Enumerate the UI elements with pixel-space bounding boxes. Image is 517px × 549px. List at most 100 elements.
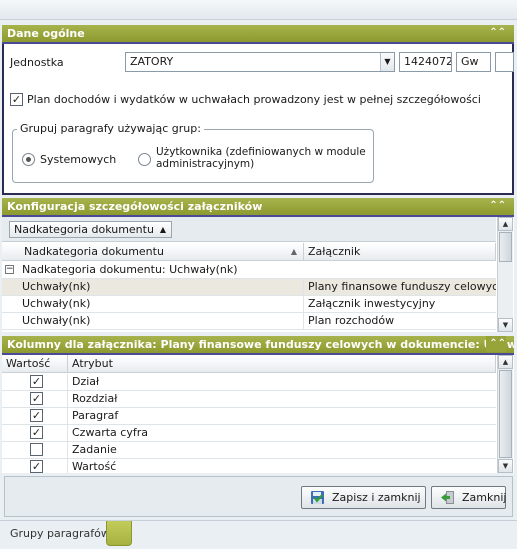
- tab-indicator[interactable]: [106, 521, 132, 546]
- table-row[interactable]: ✓ Paragraf: [2, 408, 496, 425]
- radio-system[interactable]: [22, 153, 35, 166]
- plan-detail-label: Plan dochodów i wydatków w uchwałach pro…: [27, 93, 481, 106]
- close-button[interactable]: Zamknij: [431, 486, 506, 509]
- footer-button-bar: Zapisz i zamknij Zamknij: [4, 476, 513, 517]
- columns-scrollbar[interactable]: ▲ ▼: [497, 355, 513, 473]
- grouping-groupbox: Grupuj paragrafy używając grup: Systemow…: [12, 122, 374, 183]
- column-header-attribute-label: Atrybut: [72, 357, 113, 370]
- value-checkbox[interactable]: ✓: [30, 375, 43, 388]
- unit-code-field[interactable]: 1424072: [399, 52, 452, 72]
- value-checkbox[interactable]: ✓: [30, 426, 43, 439]
- plan-detail-checkbox[interactable]: ✓: [10, 93, 23, 106]
- column-header-category-label: Nadkategoria dokumentu: [24, 245, 164, 258]
- grouping-title: Grupuj paragrafy używając grup:: [17, 122, 204, 135]
- group-chip[interactable]: Nadkategoria dokumentu ▲: [9, 221, 172, 238]
- column-header-category[interactable]: Nadkategoria dokumentu ▲: [2, 243, 304, 261]
- radio-user[interactable]: [138, 153, 151, 166]
- row-attachment: Plany finansowe funduszy celowych: [308, 280, 496, 293]
- exit-icon: [441, 491, 454, 504]
- attribute-cell: Dział: [72, 375, 100, 388]
- attachment-columns-panel: Kolumny dla załącznika: Plany finansowe …: [2, 336, 514, 473]
- radio-system-label: Systemowych: [40, 153, 117, 166]
- row-attachment: Plan rozchodów: [308, 314, 395, 327]
- radio-selected-dot: [26, 157, 31, 162]
- table-row[interactable]: Uchwały(nk) Plany finansowe funduszy cel…: [2, 279, 496, 296]
- group-row[interactable]: − Nadkategoria dokumentu: Uchwały(nk): [2, 262, 496, 279]
- general-panel-header[interactable]: Dane ogólne ⌃⌃: [2, 25, 514, 42]
- scroll-up-icon[interactable]: ▲: [498, 355, 513, 369]
- table-row[interactable]: ✓ Dział: [2, 374, 496, 391]
- value-cell: ✓: [2, 374, 68, 390]
- value-checkbox[interactable]: ✓: [30, 392, 43, 405]
- column-header-value[interactable]: Wartość: [2, 355, 68, 373]
- value-checkbox[interactable]: ✓: [30, 460, 43, 473]
- column-header-attribute[interactable]: Atrybut: [68, 355, 496, 373]
- config-panel-header[interactable]: Konfiguracja szczegółowości załączników …: [2, 198, 514, 215]
- jednostka-label: Jednostka: [10, 56, 64, 69]
- value-cell: ✓: [2, 425, 68, 441]
- row-category: Uchwały(nk): [18, 279, 304, 295]
- value-checkbox[interactable]: [30, 443, 43, 456]
- table-row[interactable]: ✓ Wartość: [2, 459, 496, 473]
- scroll-up-icon[interactable]: ▲: [498, 217, 513, 231]
- general-data-panel: Dane ogólne ⌃⌃ Jednostka ZATORY ▼ 142407…: [2, 25, 514, 195]
- table-row[interactable]: ✓ Czwarta cyfra: [2, 425, 496, 442]
- config-grid: Nadkategoria dokumentu ▲ Załącznik − Nad…: [2, 243, 496, 332]
- attribute-cell: Wartość: [72, 460, 117, 473]
- attribute-cell: Rozdział: [72, 392, 118, 405]
- unit-type-value: Gw: [461, 55, 479, 68]
- column-header-value-label: Wartość: [6, 357, 51, 370]
- value-checkbox[interactable]: ✓: [30, 409, 43, 422]
- jednostka-dropdown[interactable]: ZATORY ▼: [125, 52, 395, 72]
- columns-panel-header[interactable]: Kolumny dla załącznika: Plany finansowe …: [2, 336, 514, 353]
- sort-up-icon: ▲: [159, 225, 166, 234]
- group-row-label: Nadkategoria dokumentu: Uchwały(nk): [22, 263, 238, 276]
- value-cell: [2, 442, 68, 458]
- close-label: Zamknij: [462, 491, 507, 504]
- save-close-label: Zapisz i zamknij: [332, 491, 421, 504]
- row-attachment: Załącznik inwestycyjny: [308, 297, 436, 310]
- columns-grid: Wartość Atrybut ✓ Dział ✓ Rozdział ✓ Paragraf…: [2, 355, 496, 473]
- unit-code-value: 1424072: [404, 55, 452, 68]
- header-accent-line: [2, 42, 514, 44]
- top-toolbar-strip: [0, 0, 517, 20]
- scroll-down-icon[interactable]: ▼: [498, 318, 513, 332]
- column-header-attachment-label: Załącznik: [308, 245, 361, 258]
- table-row[interactable]: Uchwały(nk) Plan rozchodów: [2, 313, 496, 330]
- general-panel-title: Dane ogólne: [7, 27, 85, 40]
- tab-paragraph-groups[interactable]: Grupy paragrafów: [10, 527, 110, 540]
- scroll-thumb[interactable]: [499, 232, 512, 262]
- table-row[interactable]: Uchwały(nk) Załącznik inwestycyjny: [2, 296, 496, 313]
- group-chip-label: Nadkategoria dokumentu: [14, 223, 154, 236]
- unit-type-field[interactable]: Gw: [456, 52, 491, 72]
- scroll-thumb[interactable]: [499, 370, 512, 458]
- radio-user-label: Użytkownika (zdefiniowanych w module adm…: [156, 146, 366, 170]
- collapse-icon[interactable]: ⌃⌃: [489, 25, 506, 41]
- collapse-icon[interactable]: ⌃⌃: [489, 198, 506, 214]
- sort-up-icon: ▲: [290, 247, 297, 256]
- config-panel-title: Konfiguracja szczegółowości załączników: [7, 200, 263, 213]
- columns-panel-title: Kolumny dla załącznika: Plany finansowe …: [7, 338, 514, 351]
- save-icon: [311, 491, 324, 504]
- attachment-config-panel: Konfiguracja szczegółowości załączników …: [2, 198, 514, 332]
- collapse-minus-icon[interactable]: −: [5, 265, 14, 274]
- extra-field[interactable]: [495, 52, 514, 72]
- column-header-attachment[interactable]: Załącznik: [304, 243, 496, 261]
- jednostka-value: ZATORY: [130, 55, 174, 68]
- scroll-down-icon[interactable]: ▼: [498, 459, 513, 473]
- table-row[interactable]: Zadanie: [2, 442, 496, 459]
- save-close-button[interactable]: Zapisz i zamknij: [301, 486, 426, 509]
- collapse-icon[interactable]: ⌃⌃: [486, 336, 506, 352]
- attribute-cell: Zadanie: [72, 443, 117, 456]
- value-cell: ✓: [2, 391, 68, 407]
- row-category: Uchwały(nk): [18, 313, 304, 329]
- row-category: Uchwały(nk): [18, 296, 304, 312]
- value-cell: ✓: [2, 408, 68, 424]
- value-cell: ✓: [2, 459, 68, 473]
- group-by-area: Nadkategoria dokumentu ▲: [2, 217, 496, 242]
- bottom-tab-bar: Grupy paragrafów: [0, 520, 517, 549]
- config-scrollbar[interactable]: ▲ ▼: [497, 217, 513, 332]
- attribute-cell: Czwarta cyfra: [72, 426, 148, 439]
- chevron-down-icon[interactable]: ▼: [380, 53, 394, 71]
- table-row[interactable]: ✓ Rozdział: [2, 391, 496, 408]
